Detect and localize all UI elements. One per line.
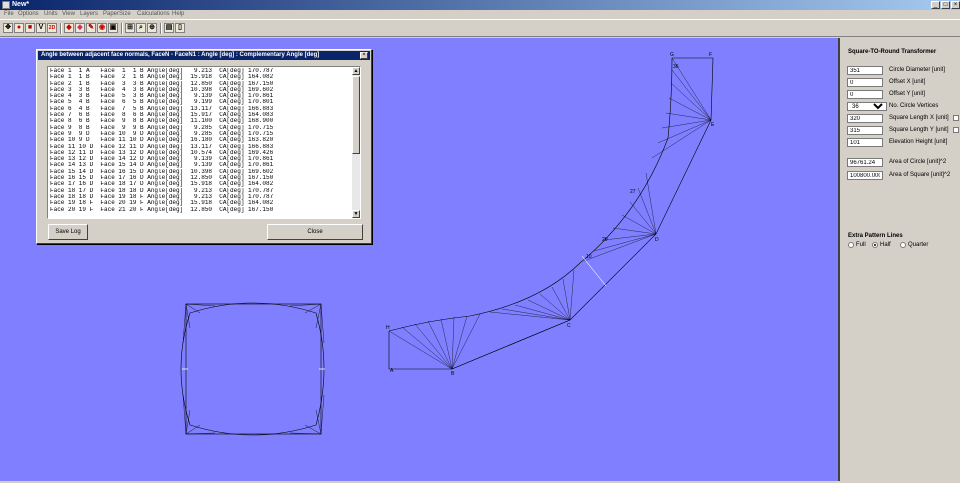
title-bar: New* _ □ ×	[0, 0, 960, 10]
move-icon[interactable]: ✥	[3, 23, 13, 33]
radio-half-dot[interactable]	[872, 242, 878, 248]
dialog-close-button[interactable]: Close	[267, 224, 363, 240]
square-length-x-input[interactable]	[847, 114, 883, 123]
print-icon[interactable]: ▣	[108, 23, 118, 33]
offset-x-label: Offset X [unit]	[889, 79, 926, 85]
toolbar-separator	[121, 23, 123, 34]
radio-quarter-dot[interactable]	[900, 242, 906, 248]
pattern-label: G	[670, 52, 674, 58]
plan-square	[185, 303, 322, 435]
offset-y-input[interactable]	[847, 90, 883, 99]
menu-help[interactable]: Help	[172, 11, 184, 17]
angle-log-text: Face 1 1 A Face 1 1 B Angle[deg] 9.213 C…	[50, 68, 352, 213]
maximize-button[interactable]: □	[941, 1, 950, 9]
zoom-icon[interactable]: ⌕	[136, 23, 146, 33]
app-icon[interactable]	[2, 1, 10, 9]
pattern-label: 10	[586, 254, 592, 260]
menu-papersize[interactable]: PaperSize	[103, 11, 131, 17]
scroll-down-button[interactable]: ▼	[352, 210, 360, 218]
log-scrollbar[interactable]: ▲ ▼	[352, 67, 360, 218]
menu-options[interactable]: Options	[18, 11, 39, 17]
printer-icon[interactable]: ▤	[164, 23, 174, 33]
pattern-label: E	[711, 122, 715, 128]
offset-x-input[interactable]	[847, 78, 883, 87]
shape-red-icon[interactable]: ◆	[64, 23, 74, 33]
elevation-height-input[interactable]	[847, 138, 883, 147]
toolbar-separator	[60, 23, 62, 34]
panel-title: Square-TO-Round Transformer	[848, 49, 937, 55]
menu-view[interactable]: View	[62, 11, 75, 17]
toolbar-separator	[160, 23, 162, 34]
plan-circle	[180, 302, 325, 436]
square-area-label: Area of Square [unit]^2	[889, 172, 951, 178]
circle-vertices-select[interactable]: 36	[847, 102, 887, 111]
pattern-label: C	[567, 323, 571, 329]
box-icon[interactable]: ■	[25, 23, 35, 33]
square-length-y-checkbox[interactable]	[953, 127, 959, 133]
square-length-y-label: Square Length Y [unit]	[889, 127, 949, 133]
menu-bar: File Options Units View Layers PaperSize…	[0, 10, 960, 19]
square-length-x-checkbox[interactable]	[953, 115, 959, 121]
window-title: New*	[12, 1, 30, 8]
menu-layers[interactable]: Layers	[80, 11, 98, 17]
stamp-icon[interactable]: ◉	[97, 23, 107, 33]
pattern-edge	[451, 319, 571, 370]
square-length-y-input[interactable]	[847, 126, 883, 135]
elevation-height-label: Elevation Height [unit]	[889, 139, 948, 145]
page-icon[interactable]: ▯	[175, 23, 185, 33]
shape-pink-icon[interactable]: ◆	[75, 23, 85, 33]
pattern-label: H	[386, 325, 390, 331]
v-icon[interactable]: V	[36, 23, 46, 33]
pattern-label: 20	[602, 237, 608, 243]
circle-vertices-label: No. Circle Vertices	[889, 103, 939, 109]
pattern-label: 27	[630, 189, 636, 195]
angle-log-textbox[interactable]: Face 1 1 A Face 1 1 B Angle[deg] 9.213 C…	[47, 66, 361, 219]
2d-icon[interactable]: 2D	[47, 23, 57, 33]
radio-full-dot[interactable]	[848, 242, 854, 248]
plan-triangulation	[182, 303, 325, 435]
save-log-button[interactable]: Save Log	[48, 224, 88, 240]
dialog-close-x-button[interactable]: ×	[360, 52, 368, 59]
square-length-x-label: Square Length X [unit]	[889, 115, 949, 121]
circle-area-field	[847, 158, 883, 167]
scroll-thumb[interactable]	[352, 76, 360, 154]
circle-area-label: Area of Circle [unit]^2	[889, 159, 947, 165]
pattern-radial-lines	[388, 57, 712, 370]
pattern-label: D	[655, 237, 659, 243]
radio-half-label: Half	[880, 242, 891, 248]
menu-units[interactable]: Units	[44, 11, 58, 17]
pattern-label: B	[451, 371, 455, 377]
measure-icon[interactable]: ⊞	[125, 23, 135, 33]
radio-quarter-label: Quarter	[908, 242, 929, 248]
pan-icon[interactable]: ⊕	[147, 23, 157, 33]
square-area-field	[847, 171, 883, 180]
pattern-label: 36	[673, 64, 679, 70]
radio-full-label: Full	[856, 242, 866, 248]
extra-pattern-lines-title: Extra Pattern Lines	[848, 233, 903, 239]
transformer-panel: Square-TO-Round Transformer Circle Diame…	[842, 38, 960, 481]
offset-y-label: Offset Y [unit]	[889, 91, 926, 97]
pattern-seam-marker	[581, 255, 607, 287]
toolbar: ✥ ● ■ V 2D ◆ ◆ ✎ ◉ ▣ ⊞ ⌕ ⊕ ▤ ▯	[0, 19, 960, 37]
ring-icon[interactable]: ●	[14, 23, 24, 33]
pattern-outline	[388, 57, 714, 370]
pen-icon[interactable]: ✎	[86, 23, 96, 33]
dialog-title: Angle between adjacent face normals, Fac…	[38, 51, 370, 60]
menu-file[interactable]: File	[4, 11, 14, 17]
angle-log-dialog: Angle between adjacent face normals, Fac…	[36, 49, 372, 244]
minimize-button[interactable]: _	[931, 1, 940, 9]
log-line: Face 20 19 F Face 21 20 F Angle[deg] 12.…	[50, 206, 274, 213]
circle-diameter-label: Circle Diameter [unit]	[889, 67, 946, 73]
circle-diameter-input[interactable]	[847, 66, 883, 75]
scroll-up-button[interactable]: ▲	[352, 67, 360, 75]
pattern-label: F	[709, 52, 712, 58]
menu-calculations[interactable]: Calculations	[137, 11, 170, 17]
close-button[interactable]: ×	[951, 1, 960, 9]
